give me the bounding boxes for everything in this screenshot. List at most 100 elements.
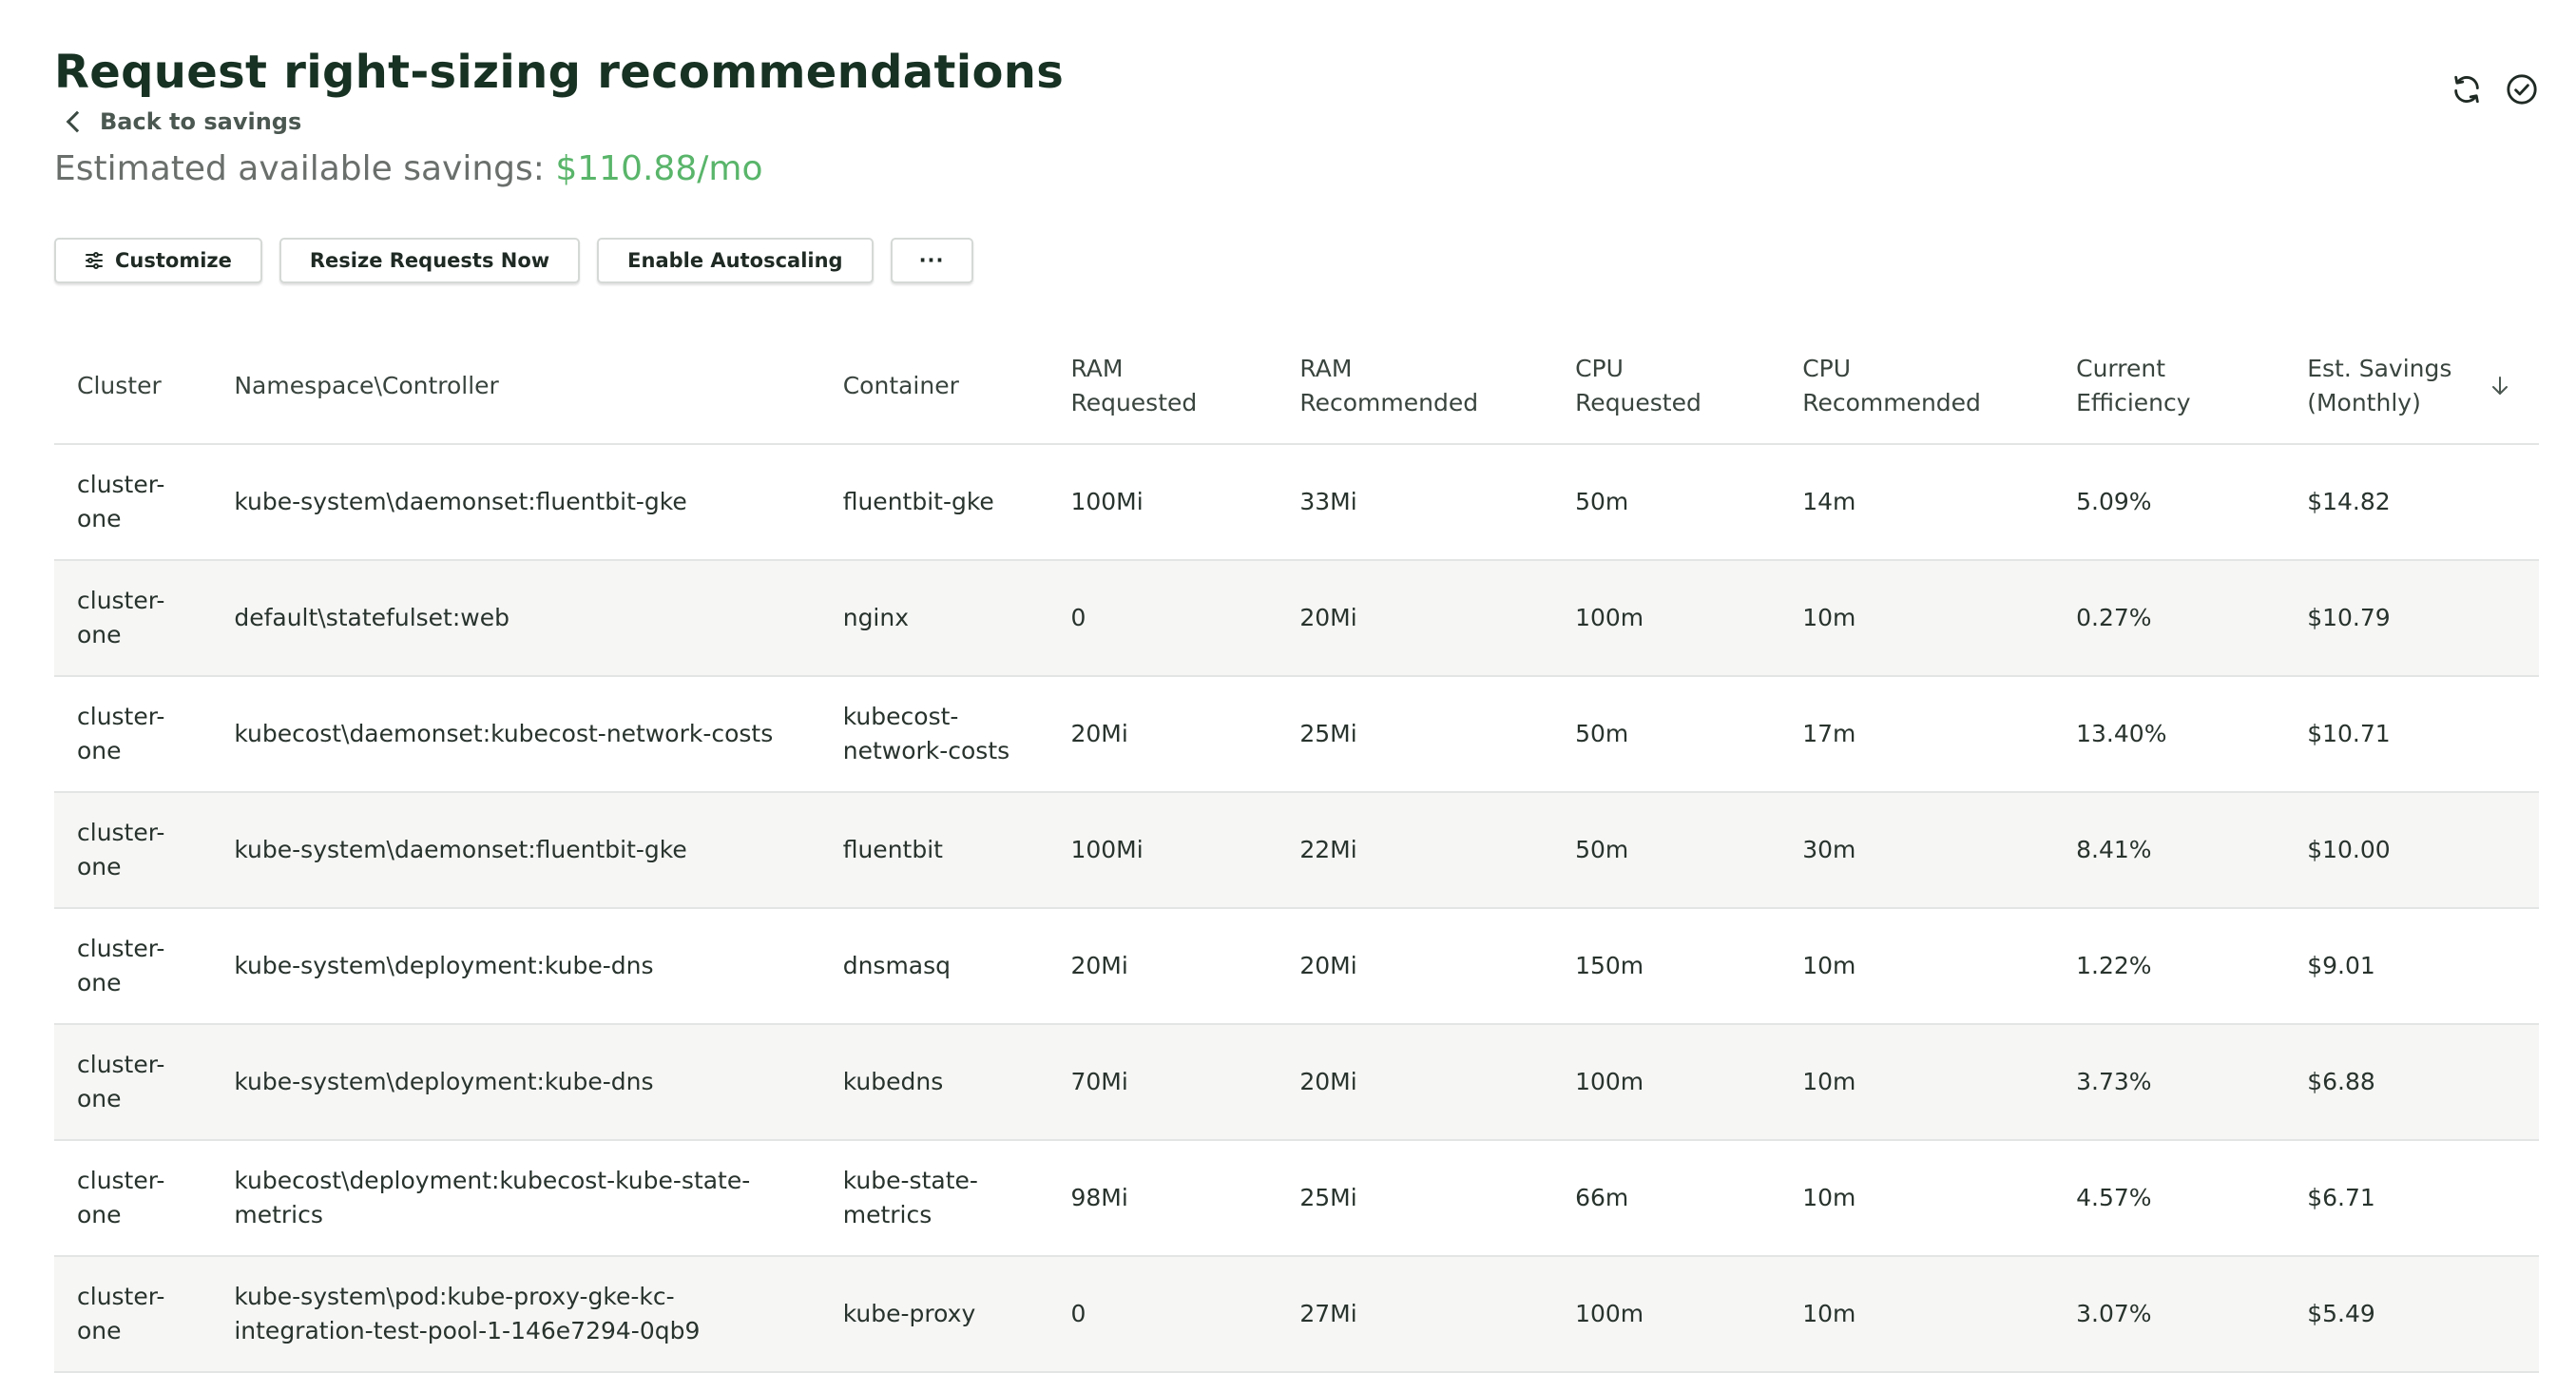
cluster-name-part: one [77, 969, 122, 996]
ram-recommended-cell: 25Mi [1277, 1140, 1553, 1257]
current-efficiency-cell: 5.09% [2053, 444, 2285, 561]
cpu-requested-cell: 50m [1552, 792, 1780, 909]
enable-autoscaling-button[interactable]: Enable Autoscaling [597, 238, 874, 283]
resize-requests-now-button[interactable]: Resize Requests Now [279, 238, 581, 283]
est-savings-cell: $10.00 [2284, 792, 2539, 909]
cluster-name-part: cluster- [77, 935, 165, 962]
est-savings-cell: $5.49 [2284, 1256, 2539, 1373]
current-efficiency-cell: 3.73% [2053, 1024, 2285, 1141]
cluster-cell: cluster-one [54, 792, 212, 909]
estimated-savings: Estimated available savings: $110.88/mo [54, 146, 2539, 192]
cluster-cell: cluster-one [54, 1140, 212, 1257]
ram-requested-cell: 70Mi [1048, 1024, 1278, 1141]
cluster-name-part: one [77, 737, 122, 764]
column-header-cpu-recommended[interactable]: CPU Recommended [1779, 329, 2054, 445]
column-header-cluster[interactable]: Cluster [54, 329, 212, 445]
ram-requested-cell: 0 [1048, 1256, 1278, 1373]
column-header-container[interactable]: Container [819, 329, 1048, 445]
ram-recommended-cell: 33Mi [1277, 444, 1553, 561]
ram-recommended-cell: 20Mi [1277, 560, 1553, 677]
cpu-requested-cell: 50m [1552, 444, 1780, 561]
table-row[interactable]: cluster-one kube-system\daemonset:fluentb… [54, 792, 2539, 909]
cluster-name-part: cluster- [77, 471, 165, 498]
table-row[interactable]: cluster-one default\statefulset:web nginx 0… [54, 560, 2539, 677]
cpu-requested-cell: 100m [1552, 1024, 1780, 1141]
table-body: cluster-one kube-system\daemonset:fluentb… [54, 444, 2539, 1373]
ram-requested-cell: 20Mi [1048, 908, 1278, 1025]
cpu-requested-cell: 100m [1552, 560, 1780, 677]
cpu-recommended-cell: 10m [1779, 1256, 2054, 1373]
table-row[interactable]: cluster-one kube-system\daemonset:fluentb… [54, 444, 2539, 561]
est-savings-cell: $6.71 [2284, 1140, 2539, 1257]
cluster-name-part: cluster- [77, 703, 165, 730]
cluster-cell: cluster-one [54, 444, 212, 561]
column-header-ram-recommended[interactable]: RAM Recommended [1277, 329, 1553, 445]
cpu-requested-cell: 50m [1552, 676, 1780, 793]
cluster-cell: cluster-one [54, 908, 212, 1025]
table-row[interactable]: cluster-one kube-system\pod:kube-proxy-gk… [54, 1256, 2539, 1373]
current-efficiency-cell: 0.27% [2053, 560, 2285, 677]
ram-recommended-cell: 27Mi [1277, 1256, 1553, 1373]
cluster-name-part: one [77, 1201, 122, 1228]
ram-requested-cell: 100Mi [1048, 444, 1278, 561]
current-efficiency-cell: 4.57% [2053, 1140, 2285, 1257]
cluster-name-part: cluster- [77, 587, 165, 614]
column-header-cpu-requested[interactable]: CPU Requested [1552, 329, 1780, 445]
column-header-current-efficiency[interactable]: Current Efficiency [2053, 329, 2285, 445]
container-cell: fluentbit [819, 792, 1048, 909]
est-savings-cell: $10.79 [2284, 560, 2539, 677]
more-options-button[interactable]: ··· [890, 238, 973, 283]
container-cell: kubecost-network-costs [819, 676, 1048, 793]
table-row[interactable]: cluster-one kubecost\deployment:kubecost-… [54, 1140, 2539, 1257]
cluster-name-part: one [77, 1085, 122, 1112]
namespace-controller-cell: default\statefulset:web [211, 560, 820, 677]
table-row[interactable]: cluster-one kube-system\deployment:kube-d… [54, 1024, 2539, 1141]
container-cell: nginx [819, 560, 1048, 677]
cluster-name-part: cluster- [77, 1051, 165, 1078]
table-row[interactable]: cluster-one kubecost\daemonset:kubecost-n… [54, 676, 2539, 793]
cluster-name-part: cluster- [77, 1283, 165, 1310]
current-efficiency-cell: 1.22% [2053, 908, 2285, 1025]
cpu-requested-cell: 100m [1552, 1256, 1780, 1373]
chevron-left-icon [66, 110, 88, 133]
column-header-ram-requested[interactable]: RAM Requested [1048, 329, 1278, 445]
back-to-savings-link[interactable]: Back to savings [62, 106, 2539, 137]
column-header-est-savings[interactable]: Est. Savings (Monthly) [2284, 329, 2539, 445]
savings-amount: $110.88/mo [555, 149, 763, 188]
container-cell: dnsmasq [819, 908, 1048, 1025]
cluster-cell: cluster-one [54, 560, 212, 677]
cpu-requested-cell: 66m [1552, 1140, 1780, 1257]
ram-recommended-cell: 20Mi [1277, 1024, 1553, 1141]
column-header-namespace-controller[interactable]: Namespace\Controller [211, 329, 820, 445]
namespace-controller-cell: kube-system\deployment:kube-dns [211, 1024, 820, 1141]
est-savings-cell: $6.88 [2284, 1024, 2539, 1141]
refresh-icon[interactable] [2450, 72, 2484, 106]
sliders-icon [86, 252, 103, 269]
namespace-controller-cell: kube-system\deployment:kube-dns [211, 908, 820, 1025]
est-savings-cell: $9.01 [2284, 908, 2539, 1025]
container-cell: fluentbit-gke [819, 444, 1048, 561]
cpu-recommended-cell: 10m [1779, 1140, 2054, 1257]
check-circle-icon[interactable] [2505, 72, 2539, 106]
cluster-name-part: one [77, 621, 122, 648]
namespace-controller-cell: kubecost\deployment:kubecost-kube-state-… [211, 1140, 820, 1257]
est-savings-cell: $14.82 [2284, 444, 2539, 561]
customize-button[interactable]: Customize [54, 238, 262, 283]
cluster-name-part: cluster- [77, 819, 165, 846]
current-efficiency-cell: 8.41% [2053, 792, 2285, 909]
ram-recommended-cell: 25Mi [1277, 676, 1553, 793]
recommendations-table: Cluster Namespace\Controller Container R… [54, 329, 2539, 1373]
cluster-name-part: cluster- [77, 1167, 165, 1194]
container-cell: kube-proxy [819, 1256, 1048, 1373]
savings-label: Estimated available savings: [54, 149, 556, 188]
cluster-name-part: one [77, 505, 122, 532]
ram-requested-cell: 100Mi [1048, 792, 1278, 909]
customize-label: Customize [115, 249, 232, 272]
cpu-recommended-cell: 14m [1779, 444, 2054, 561]
cpu-recommended-cell: 10m [1779, 560, 2054, 677]
namespace-controller-cell: kube-system\daemonset:fluentbit-gke [211, 792, 820, 909]
cluster-name-part: one [77, 853, 122, 880]
table-row[interactable]: cluster-one kube-system\deployment:kube-d… [54, 908, 2539, 1025]
cpu-requested-cell: 150m [1552, 908, 1780, 1025]
arrow-down-icon[interactable] [2489, 375, 2510, 397]
